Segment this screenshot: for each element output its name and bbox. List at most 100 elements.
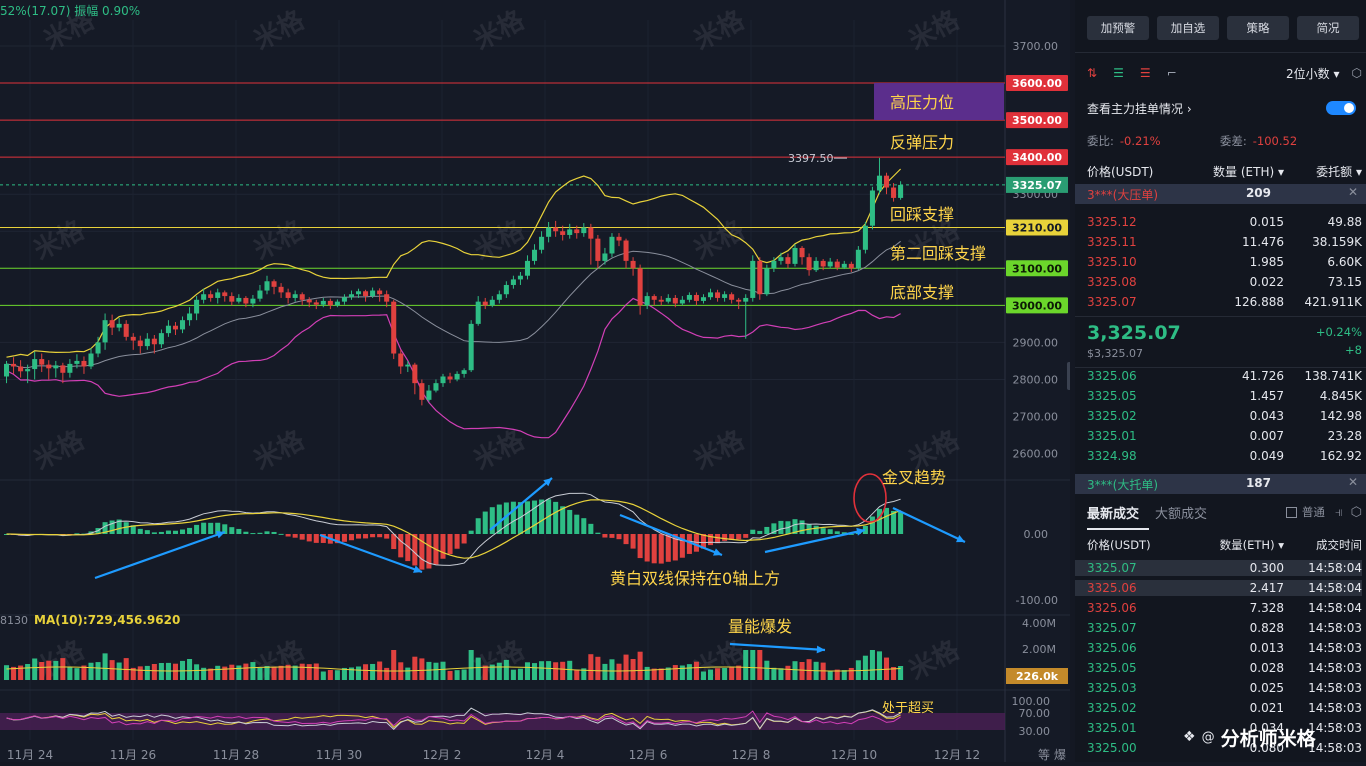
view-bids-icon[interactable]: ☰ <box>1113 66 1124 80</box>
volume-bar <box>602 663 608 680</box>
bid-qty: 41.726 <box>1242 369 1284 383</box>
view-both-icon[interactable]: ⇅ <box>1087 66 1097 80</box>
bid-row[interactable]: 3325.02 0.043 142.98 <box>1087 408 1362 424</box>
ask-row[interactable]: 3325.12 0.015 49.88 <box>1087 214 1362 230</box>
chart-svg[interactable]: 米格 米格 米格 米格 米格米格 米格 米格 米格 米格米格 米格 米格 米格 米格米格 米格 米格 米格 米格… <box>0 0 1075 762</box>
volume-bar <box>799 662 805 680</box>
volume-bar <box>257 667 263 680</box>
ask-row[interactable]: 3325.11 11.476 38.159K <box>1087 234 1362 250</box>
candle-body <box>32 359 38 370</box>
panel-collapse-handle[interactable] <box>1067 362 1075 390</box>
main-orders-link[interactable]: 查看主力挂单情况 › <box>1087 100 1192 117</box>
ask-row[interactable]: 3325.07 126.888 421.911K <box>1087 294 1362 310</box>
ask-row[interactable]: 3325.10 1.985 6.60K <box>1087 254 1362 270</box>
volume-bar <box>876 651 882 680</box>
candle-body <box>644 296 650 306</box>
tab-latest-trades[interactable]: 最新成交 <box>1087 503 1139 522</box>
bid-row[interactable]: 3324.98 0.049 162.92 <box>1087 448 1362 464</box>
date-tick: 12月 4 <box>526 748 565 762</box>
filter-icon[interactable]: ⫣ <box>1335 505 1343 520</box>
active-tab-indicator <box>1087 528 1149 530</box>
candle-body <box>693 294 699 301</box>
watermark-text: 米格 <box>249 214 310 266</box>
candle-body <box>222 292 228 297</box>
candle-body <box>377 290 383 295</box>
precision-select[interactable]: 2位小数 ▾ <box>1286 65 1339 82</box>
big-buy-qty: 187 <box>1245 476 1271 490</box>
volume-bar <box>334 670 340 680</box>
overview-button[interactable]: 简况 <box>1297 16 1359 40</box>
trade-qty: 7.328 <box>1249 601 1284 615</box>
volume-bar <box>194 664 200 680</box>
watermark-text: 米格 <box>469 4 530 56</box>
volume-bar <box>327 669 333 680</box>
bid-row[interactable]: 3325.05 1.457 4.845K <box>1087 388 1362 404</box>
add-watchlist-button[interactable]: 加自选 <box>1157 16 1219 40</box>
volume-bar <box>503 659 509 680</box>
candle-body <box>841 263 847 268</box>
macd-bar <box>229 527 235 534</box>
watermark-text: 米格 <box>689 424 750 476</box>
candle-body <box>405 364 411 367</box>
volume-bar <box>229 664 235 680</box>
strategy-button[interactable]: 策略 <box>1227 16 1289 40</box>
macd-bar <box>306 534 312 542</box>
macd-bar <box>876 508 882 534</box>
add-alert-button[interactable]: 加预警 <box>1087 16 1149 40</box>
settings-icon[interactable]: ⬡ <box>1351 505 1362 520</box>
volume-bar <box>672 665 678 680</box>
trade-col-qty[interactable]: 数量(ETH) ▾ <box>1192 537 1284 553</box>
tab-large-trades[interactable]: 大额成交 <box>1155 503 1207 522</box>
candle-body <box>869 190 875 226</box>
bid-amount: 142.98 <box>1320 409 1362 423</box>
close-icon[interactable]: ✕ <box>1348 475 1358 489</box>
candle-body <box>391 301 397 354</box>
candle-body <box>151 338 157 345</box>
macd-bar <box>384 534 390 539</box>
col-qty[interactable]: 数量 (ETH) ▾ <box>1192 163 1284 180</box>
col-amount[interactable]: 委托额 ▾ <box>1284 163 1362 180</box>
macd-bar <box>475 518 481 534</box>
candle-body <box>109 320 115 328</box>
normal-checkbox[interactable] <box>1285 506 1297 518</box>
bid-row[interactable]: 3325.06 41.726 138.741K <box>1087 368 1362 384</box>
macd-bar <box>236 528 242 534</box>
candle-body <box>567 229 573 235</box>
ask-price: 3325.07 <box>1087 295 1137 309</box>
big-sell-qty: 209 <box>1245 186 1271 200</box>
volume-bar <box>750 650 756 680</box>
volume-bar <box>391 650 397 680</box>
trade-price: 3325.01 <box>1087 721 1137 735</box>
annotation-label: 高压力位 <box>890 93 954 112</box>
close-icon[interactable]: ✕ <box>1348 185 1358 199</box>
volume-bar <box>433 662 439 680</box>
volume-bar <box>715 668 721 680</box>
macd-bar <box>560 506 566 534</box>
candle-body <box>46 364 52 369</box>
volume-bar <box>102 653 108 680</box>
big-buy-row[interactable]: 3***(大托单) 187 ✕ <box>1075 474 1366 494</box>
ask-qty: 0.022 <box>1249 275 1284 289</box>
volume-bar <box>32 658 38 680</box>
ask-row[interactable]: 3325.08 0.022 73.15 <box>1087 274 1362 290</box>
view-trades-icon[interactable]: ⌐ <box>1167 66 1177 80</box>
volume-bar <box>778 668 784 680</box>
high-marker-label: 3397.50 <box>788 152 834 165</box>
col-price[interactable]: 价格(USDT) <box>1087 163 1192 180</box>
main-orders-toggle[interactable] <box>1326 101 1356 115</box>
volume-bar <box>440 661 446 680</box>
bid-row[interactable]: 3325.01 0.007 23.28 <box>1087 428 1362 444</box>
bid-qty: 0.007 <box>1249 429 1284 443</box>
macd-bar <box>370 534 376 538</box>
bid-amount: 4.845K <box>1319 389 1362 403</box>
macd-bar <box>187 527 193 534</box>
settings-icon[interactable]: ⬡ <box>1352 66 1362 80</box>
annotation-label: 反弹压力 <box>890 133 954 152</box>
big-sell-row[interactable]: 3***(大压单) 209 ✕ <box>1075 184 1366 204</box>
last-price-usd: $3,325.07 <box>1087 347 1143 360</box>
ask-amount: 421.911K <box>1304 295 1363 309</box>
volume-bar <box>630 659 636 680</box>
chart-area[interactable]: 米格 米格 米格 米格 米格 米格 米格 米格 米格 米格 米格 米格 米格 米格 米格 米格 米格 米格 米格 米格… <box>0 0 1075 762</box>
volume-bar <box>595 656 601 680</box>
view-asks-icon[interactable]: ☰ <box>1140 66 1151 80</box>
